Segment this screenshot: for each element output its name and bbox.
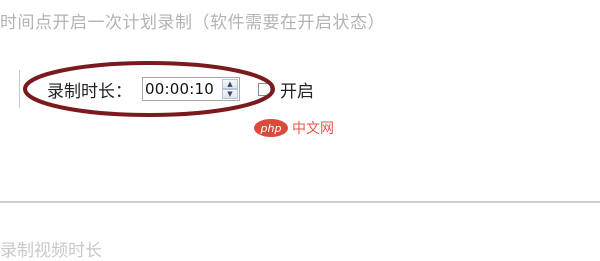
caret-down-icon[interactable]: ▼ bbox=[222, 89, 238, 99]
enable-label: 开启 bbox=[280, 81, 314, 102]
bottom-section-title: 录制视频时长 bbox=[0, 241, 102, 261]
section-divider bbox=[0, 201, 600, 203]
duration-time-input[interactable]: 00:00:10 ▲ ▼ bbox=[142, 77, 240, 101]
left-divider bbox=[19, 70, 20, 108]
recording-duration-row: 录制时长： 00:00:10 ▲ ▼ 开启 bbox=[47, 76, 314, 102]
watermark: php 中文网 bbox=[254, 118, 334, 138]
duration-label: 录制时长： bbox=[47, 81, 132, 102]
watermark-logo: php bbox=[254, 119, 288, 137]
enable-checkbox[interactable] bbox=[258, 82, 271, 96]
duration-spinner: ▲ ▼ bbox=[222, 79, 238, 99]
enable-option[interactable]: 开启 bbox=[258, 77, 314, 102]
schedule-hint-text: 时间点开启一次计划录制（软件需要在开启状态） bbox=[0, 13, 385, 33]
caret-up-icon[interactable]: ▲ bbox=[222, 79, 238, 89]
watermark-text: 中文网 bbox=[292, 121, 334, 137]
duration-time-value[interactable]: 00:00:10 bbox=[143, 80, 214, 98]
